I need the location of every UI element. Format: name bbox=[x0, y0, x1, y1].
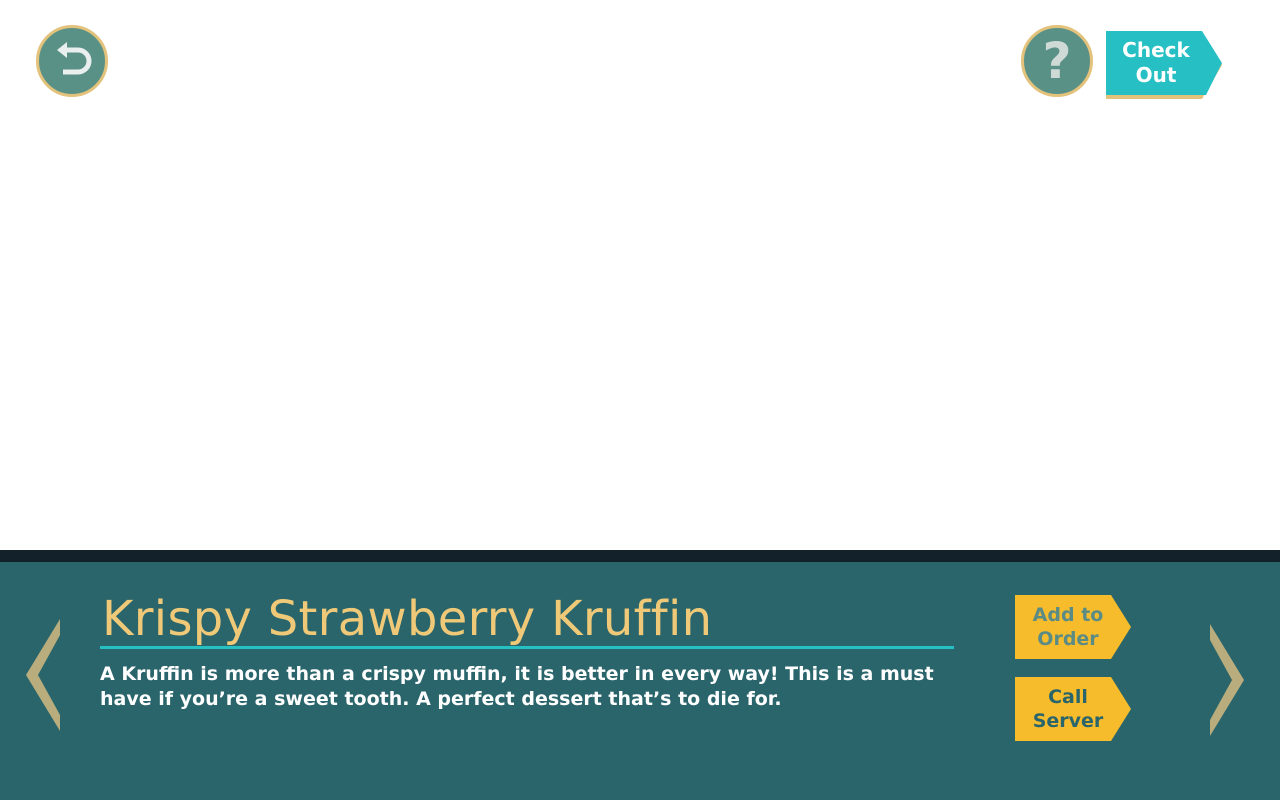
chevron-right-icon bbox=[1210, 624, 1244, 736]
title-underline bbox=[100, 646, 954, 649]
item-detail-panel: Krispy Strawberry Kruffin A Kruffin is m… bbox=[0, 562, 1280, 800]
back-button[interactable] bbox=[36, 25, 108, 97]
undo-arrow-icon bbox=[52, 41, 92, 81]
call-server-label: Call Server bbox=[1032, 686, 1104, 732]
check-out-button[interactable]: Check Out bbox=[1106, 31, 1222, 99]
menu-item-screen: ? Check Out Krispy Strawberry Kruffin A … bbox=[0, 0, 1280, 800]
check-out-label: Check Out bbox=[1122, 38, 1190, 87]
help-button[interactable]: ? bbox=[1021, 25, 1093, 97]
next-item-button[interactable] bbox=[1208, 624, 1246, 740]
add-to-order-label: Add to Order bbox=[1032, 604, 1104, 650]
add-to-order-button[interactable]: Add to Order bbox=[1015, 595, 1131, 661]
previous-item-button[interactable] bbox=[24, 619, 62, 735]
panel-divider bbox=[0, 550, 1280, 562]
chevron-left-icon bbox=[26, 619, 60, 731]
item-description: A Kruffin is more than a crispy muffin, … bbox=[100, 663, 934, 710]
call-server-button[interactable]: Call Server bbox=[1015, 677, 1131, 743]
question-mark-icon: ? bbox=[1042, 32, 1072, 90]
item-title: Krispy Strawberry Kruffin bbox=[102, 591, 713, 647]
